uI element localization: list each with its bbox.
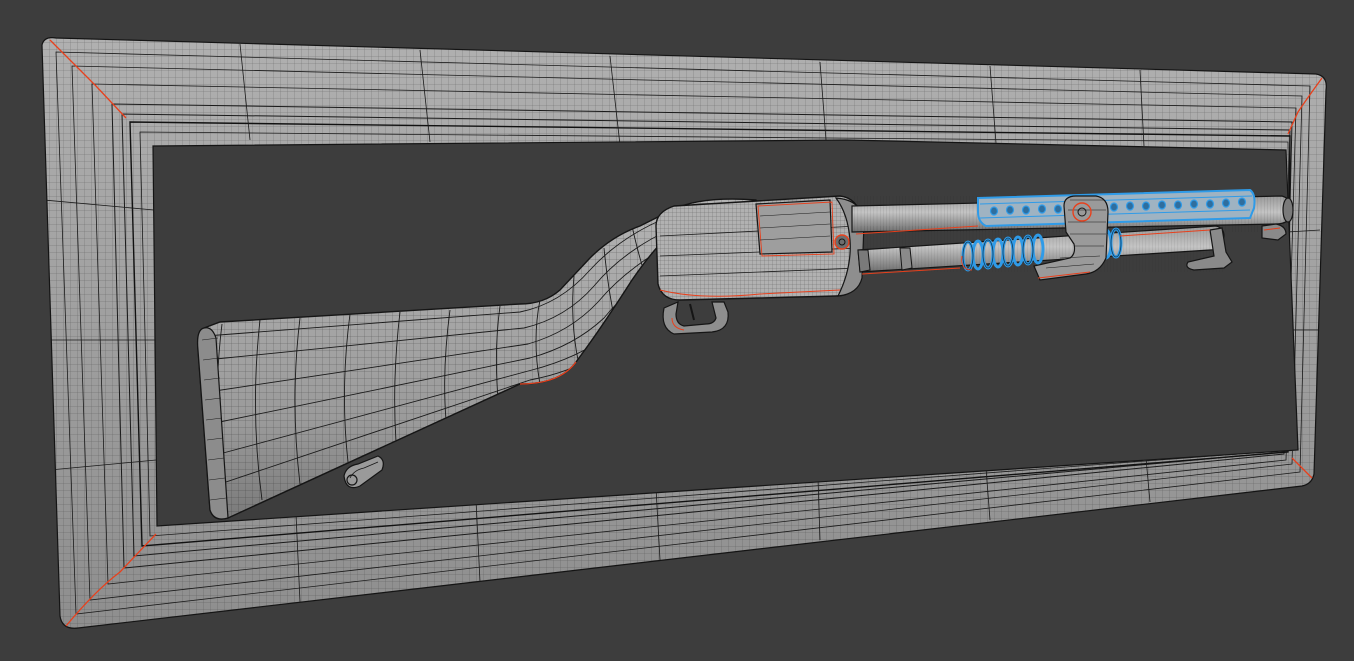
action-bolt	[834, 234, 850, 250]
muzzle	[1282, 197, 1294, 223]
viewport-canvas[interactable]	[0, 0, 1354, 661]
ejection-port	[755, 199, 833, 255]
trigger-guard-mesh[interactable]	[662, 301, 729, 335]
front-sight	[1261, 223, 1287, 241]
3d-viewport[interactable]	[0, 0, 1354, 661]
shotgun-receiver-mesh[interactable]	[650, 190, 870, 305]
trigger	[689, 303, 695, 321]
